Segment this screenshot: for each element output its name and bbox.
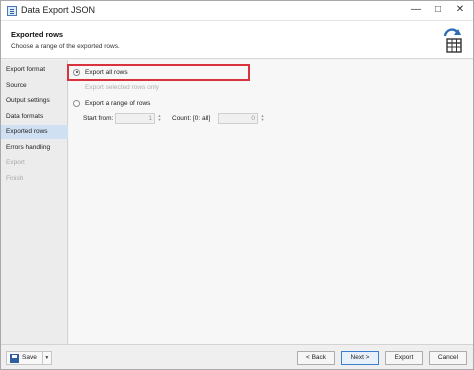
sidebar-item-output-settings[interactable]: Output settings <box>1 94 68 108</box>
minimize-button[interactable]: — <box>409 4 423 16</box>
range-inputs-row: Start from: 1 ▲ ▼ Count: [0: all] 0 ▲ ▼ <box>83 112 265 124</box>
count-label: Count: [0: all] <box>172 114 211 122</box>
wizard-steps-sidebar: Export format Source Output settings Dat… <box>1 60 68 344</box>
window-title: Data Export JSON <box>21 5 96 15</box>
export-range-option[interactable]: Export a range of rows <box>73 97 150 109</box>
sidebar-item-source[interactable]: Source <box>1 79 68 93</box>
sidebar-item-errors-handling[interactable]: Errors handling <box>1 141 68 155</box>
wizard-header: Exported rows Choose a range of the expo… <box>1 21 473 59</box>
export-selected-rows-option: Export selected rows only <box>73 81 159 93</box>
page-title: Exported rows <box>11 30 64 39</box>
save-split-button[interactable]: Save ▼ <box>6 351 52 365</box>
cancel-button[interactable]: Cancel <box>429 351 467 365</box>
wizard-footer: Save ▼ < Back Next > Export Cancel <box>1 344 473 369</box>
floppy-disk-icon <box>10 353 19 363</box>
count-spin[interactable]: ▲ ▼ <box>260 113 265 123</box>
start-from-input[interactable]: 1 <box>115 112 155 124</box>
export-selected-rows-label: Export selected rows only <box>85 83 160 91</box>
selection-highlight <box>67 64 250 81</box>
start-from-label: Start from: <box>83 114 114 122</box>
export-button[interactable]: Export <box>385 351 423 365</box>
window-controls: — □ ✕ <box>409 4 467 16</box>
export-table-icon <box>443 28 462 53</box>
sidebar-item-data-formats[interactable]: Data formats <box>1 110 68 124</box>
sidebar-item-finish: Finish <box>6 175 24 182</box>
export-range-radio[interactable] <box>73 99 80 107</box>
app-icon <box>7 6 17 16</box>
sidebar-item-export: Export <box>6 159 25 166</box>
page-subtitle: Choose a range of the exported rows. <box>11 43 120 50</box>
close-button[interactable]: ✕ <box>453 4 467 16</box>
next-button[interactable]: Next > <box>341 351 379 365</box>
title-bar: Data Export JSON — □ ✕ <box>1 1 473 21</box>
count-value: 0 <box>251 114 255 122</box>
exported-rows-panel: Export all rows Export selected rows onl… <box>69 60 473 344</box>
save-button[interactable]: Save <box>22 352 43 364</box>
sidebar-item-export-format[interactable]: Export format <box>1 63 68 77</box>
maximize-button[interactable]: □ <box>431 4 445 16</box>
start-from-spin[interactable]: ▲ ▼ <box>157 113 162 123</box>
export-wizard-window: Data Export JSON — □ ✕ Exported rows Cho… <box>0 0 474 370</box>
sidebar-item-exported-rows[interactable]: Exported rows <box>1 125 68 139</box>
start-from-value: 1 <box>148 114 152 122</box>
back-button[interactable]: < Back <box>297 351 335 365</box>
export-range-label: Export a range of rows <box>85 99 151 107</box>
count-input[interactable]: 0 <box>218 112 258 124</box>
chevron-down-icon[interactable]: ▼ <box>43 355 51 361</box>
